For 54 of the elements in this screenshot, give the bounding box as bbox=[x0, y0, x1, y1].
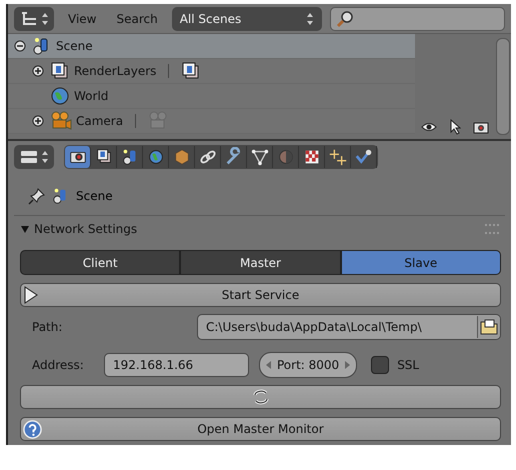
display-mode-selector[interactable] bbox=[14, 6, 54, 30]
path-label: Path: bbox=[31, 320, 64, 334]
editor-type-selector[interactable] bbox=[14, 145, 54, 169]
mode-tab[interactable]: Master bbox=[180, 250, 341, 275]
globe-icon bbox=[50, 86, 70, 106]
eye-icon[interactable] bbox=[421, 120, 437, 132]
outliner-row[interactable]: RenderLayers bbox=[8, 59, 415, 84]
search-icon bbox=[334, 8, 355, 28]
context-label: Scene bbox=[76, 189, 113, 203]
path-field[interactable]: C:\Users\buda\AppData\Local\Temp\ bbox=[197, 314, 501, 340]
outliner-row[interactable]: Camera bbox=[8, 109, 415, 134]
collapse-icon[interactable] bbox=[14, 40, 26, 52]
help-icon bbox=[23, 420, 42, 439]
open-master-monitor-button[interactable]: Open Master Monitor bbox=[20, 417, 501, 441]
mode-tab[interactable]: Client bbox=[20, 250, 180, 275]
up-down-arrows-icon bbox=[40, 12, 48, 26]
scene-filter-dropdown[interactable]: All Scenes bbox=[172, 6, 322, 30]
pin-icon[interactable] bbox=[28, 187, 46, 205]
menu-item[interactable]: Search bbox=[110, 12, 164, 26]
item-label: Scene bbox=[56, 39, 93, 53]
item-label: World bbox=[74, 89, 108, 103]
properties-tab[interactable] bbox=[65, 146, 91, 168]
ssl-checkbox[interactable] bbox=[371, 356, 390, 374]
movie-camera-icon bbox=[50, 111, 72, 131]
panels-icon bbox=[20, 149, 38, 165]
tree-list-icon bbox=[20, 10, 38, 26]
sparkle-icon bbox=[328, 147, 348, 167]
outliner-row[interactable]: Scene bbox=[8, 34, 415, 59]
cursor-icon[interactable] bbox=[449, 118, 461, 134]
item-label: RenderLayers bbox=[74, 64, 156, 78]
menu-item[interactable]: View bbox=[62, 12, 102, 26]
expand-icon[interactable] bbox=[32, 65, 44, 77]
address-label: Address: bbox=[31, 358, 85, 372]
scrollbar[interactable] bbox=[496, 38, 510, 135]
item-label: Camera bbox=[76, 114, 124, 128]
expand-icon[interactable] bbox=[32, 115, 44, 127]
ssl-label: SSL bbox=[397, 358, 420, 372]
refresh-button[interactable] bbox=[20, 385, 501, 409]
triangle-mesh-icon bbox=[250, 147, 270, 167]
address-field[interactable]: 192.168.1.66 bbox=[104, 353, 249, 377]
mode-tab[interactable]: Slave bbox=[340, 250, 501, 275]
drag-handle[interactable] bbox=[485, 224, 499, 234]
panel-header[interactable]: Network Settings bbox=[8, 216, 511, 242]
panel-title: Network Settings bbox=[34, 222, 138, 236]
play-icon bbox=[23, 286, 39, 304]
image-stack-icon bbox=[50, 61, 70, 81]
refresh-icon bbox=[252, 388, 270, 406]
outliner-row[interactable]: World bbox=[8, 84, 415, 109]
search-field[interactable] bbox=[330, 6, 505, 30]
up-down-arrows-icon bbox=[40, 150, 48, 164]
start-service-button[interactable]: Start Service bbox=[20, 283, 501, 307]
up-down-arrows-icon bbox=[306, 12, 314, 26]
folder-icon[interactable] bbox=[480, 319, 498, 335]
camera-icon[interactable] bbox=[473, 120, 489, 134]
